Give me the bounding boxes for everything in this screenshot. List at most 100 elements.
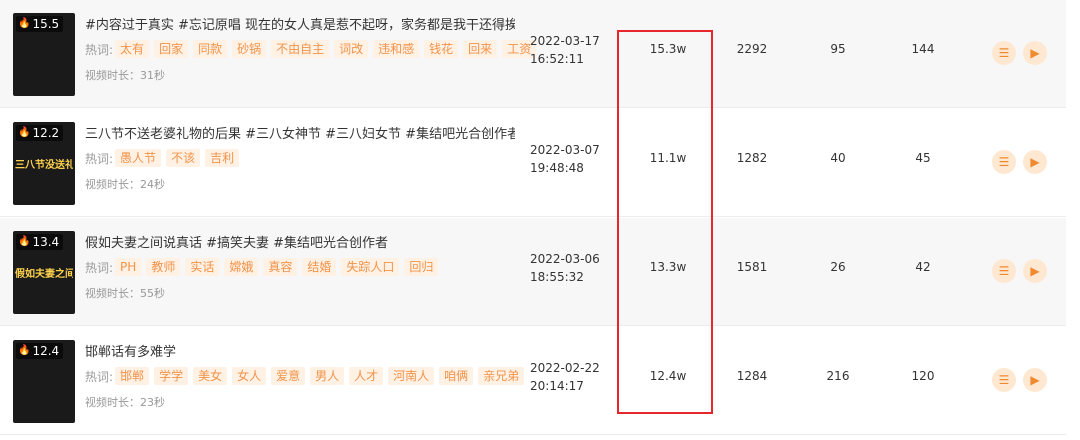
comment-count: 95 [830, 42, 846, 56]
keyword-tag[interactable]: 回家 [154, 40, 189, 58]
share-count: 42 [915, 260, 931, 274]
publish-datetime: 2022-02-22 20:14:17 [530, 359, 600, 395]
keyword-tag[interactable]: 咱俩 [439, 367, 474, 385]
keyword-tag[interactable]: 词改 [334, 40, 369, 58]
keyword-tag[interactable]: 不该 [166, 149, 201, 167]
keyword-tag[interactable]: 愚人节 [115, 149, 162, 167]
keyword-label: 热词: [85, 151, 114, 166]
like-count: 1282 [736, 151, 768, 165]
play-button[interactable]: ▶ [1023, 368, 1047, 392]
table-row[interactable]: 🔥 12.4 邯郸话有多难学 热词: 邯郸 学学 美女 女人 爱意 男人 人才 河南人 咱俩 亲兄… [0, 327, 1066, 435]
hot-value: 13.4 [32, 235, 60, 249]
table-row[interactable]: 🔥 12.2 三八节没送礼物 三八节不送老婆礼物的后果 #三八女神节 #三八妇女… [0, 109, 1066, 217]
video-table: 🔥 15.5 #内容过于真实 #忘记原唱 现在的女人真是惹不起呀，家务都是我干还… [0, 0, 1080, 440]
share-count: 144 [911, 42, 935, 56]
video-thumbnail[interactable]: 🔥 15.5 [13, 13, 75, 96]
keyword-tag[interactable]: 不由自主 [271, 40, 330, 58]
keyword-line: 热词: PH 教师 实话 嫦娥 真容 结婚 失踪人口 回归 [85, 258, 443, 276]
keyword-tag[interactable]: 失踪人口 [341, 258, 400, 276]
publish-time: 20:14:17 [530, 379, 584, 393]
video-duration: 视频时长：55秒 [85, 287, 165, 300]
keyword-tag[interactable]: 学学 [154, 367, 189, 385]
keyword-tag[interactable]: 砂锅 [232, 40, 267, 58]
detail-button[interactable]: ☰ [992, 150, 1016, 174]
keyword-tag[interactable]: 河南人 [388, 367, 435, 385]
play-button[interactable]: ▶ [1023, 259, 1047, 283]
flame-icon: 🔥 [18, 18, 31, 29]
keyword-line: 热词: 邯郸 学学 美女 女人 爱意 男人 人才 河南人 咱俩 亲兄弟 [85, 367, 529, 385]
keyword-tag[interactable]: 女人 [232, 367, 267, 385]
play-count: 13.3w [649, 260, 687, 274]
keyword-label: 热词: [85, 369, 114, 384]
video-title[interactable]: 邯郸话有多难学 [85, 341, 515, 360]
play-count: 15.3w [649, 42, 687, 56]
keyword-tag[interactable]: 真容 [263, 258, 298, 276]
keyword-tag[interactable]: 结婚 [302, 258, 337, 276]
keyword-tag[interactable]: 钱花 [424, 40, 459, 58]
cover-text: 假如夫妻之间说真话 [15, 269, 73, 280]
keyword-tag[interactable]: 爱意 [271, 367, 306, 385]
play-icon: ▶ [1030, 373, 1040, 387]
detail-button[interactable]: ☰ [992, 259, 1016, 283]
video-thumbnail[interactable]: 🔥 12.4 [13, 340, 75, 423]
video-duration: 视频时长：31秒 [85, 69, 165, 82]
keyword-tag[interactable]: 男人 [310, 367, 345, 385]
video-duration: 视频时长：23秒 [85, 396, 165, 409]
keyword-tag[interactable]: 吉利 [205, 149, 240, 167]
flame-icon: 🔥 [18, 236, 31, 247]
keyword-tag[interactable]: 回来 [463, 40, 498, 58]
publish-date: 2022-03-17 [530, 34, 600, 48]
keyword-tag[interactable]: 亲兄弟 [478, 367, 525, 385]
keyword-tag[interactable]: 回归 [404, 258, 439, 276]
publish-date: 2022-03-07 [530, 143, 600, 157]
play-button[interactable]: ▶ [1023, 150, 1047, 174]
keyword-label: 热词: [85, 42, 114, 57]
keyword-tag[interactable]: 教师 [146, 258, 181, 276]
publish-time: 19:48:48 [530, 161, 584, 175]
list-icon: ☰ [998, 264, 1010, 278]
cover-text: 三八节没送礼物 [15, 160, 73, 171]
list-icon: ☰ [998, 155, 1010, 169]
keyword-tag[interactable]: 人才 [349, 367, 384, 385]
play-icon: ▶ [1030, 155, 1040, 169]
video-thumbnail[interactable]: 🔥 13.4 假如夫妻之间说真话 [13, 231, 75, 314]
hot-value: 15.5 [32, 17, 60, 31]
video-title[interactable]: 假如夫妻之间说真话 #搞笑夫妻 #集结吧光合创作者 [85, 232, 515, 251]
keyword-tag[interactable]: 违和感 [373, 40, 420, 58]
publish-date: 2022-02-22 [530, 361, 600, 375]
list-icon: ☰ [998, 373, 1010, 387]
keyword-tag[interactable]: 邯郸 [115, 367, 150, 385]
publish-time: 16:52:11 [530, 52, 584, 66]
hot-value: 12.4 [32, 344, 60, 358]
video-thumbnail[interactable]: 🔥 12.2 三八节没送礼物 [13, 122, 75, 205]
table-row[interactable]: 🔥 15.5 #内容过于真实 #忘记原唱 现在的女人真是惹不起呀，家务都是我干还… [0, 0, 1066, 108]
hot-badge: 🔥 13.4 [16, 234, 64, 250]
keyword-tag[interactable]: 太有 [115, 40, 150, 58]
flame-icon: 🔥 [18, 127, 31, 138]
hot-badge: 🔥 12.2 [16, 125, 64, 141]
keyword-tag[interactable]: 嫦娥 [224, 258, 259, 276]
hot-badge: 🔥 15.5 [16, 16, 64, 32]
play-count: 11.1w [649, 151, 687, 165]
keyword-line: 热词: 愚人节 不该 吉利 [85, 149, 244, 167]
play-icon: ▶ [1030, 46, 1040, 60]
keyword-tag[interactable]: PH [115, 258, 142, 276]
detail-button[interactable]: ☰ [992, 368, 1016, 392]
publish-datetime: 2022-03-07 19:48:48 [530, 141, 600, 177]
share-count: 45 [915, 151, 931, 165]
table-row[interactable]: 🔥 13.4 假如夫妻之间说真话 假如夫妻之间说真话 #搞笑夫妻 #集结吧光合创… [0, 218, 1066, 326]
keyword-tag[interactable]: 实话 [185, 258, 220, 276]
video-duration: 视频时长：24秒 [85, 178, 165, 191]
video-title[interactable]: 三八节不送老婆礼物的后果 #三八女神节 #三八妇女节 #集结吧光合创作者 [85, 123, 515, 142]
publish-date: 2022-03-06 [530, 252, 600, 266]
video-title[interactable]: #内容过于真实 #忘记原唱 现在的女人真是惹不起呀，家务都是我干还得挨打 [85, 14, 515, 33]
like-count: 1284 [736, 369, 768, 383]
play-count: 12.4w [649, 369, 687, 383]
hot-value: 12.2 [32, 126, 60, 140]
keyword-tag[interactable]: 美女 [193, 367, 228, 385]
keyword-tag[interactable]: 同款 [193, 40, 228, 58]
detail-button[interactable]: ☰ [992, 41, 1016, 65]
keyword-label: 热词: [85, 260, 114, 275]
keyword-line: 热词: 太有 回家 同款 砂锅 不由自主 词改 违和感 钱花 回来 工资 [85, 40, 541, 58]
play-button[interactable]: ▶ [1023, 41, 1047, 65]
